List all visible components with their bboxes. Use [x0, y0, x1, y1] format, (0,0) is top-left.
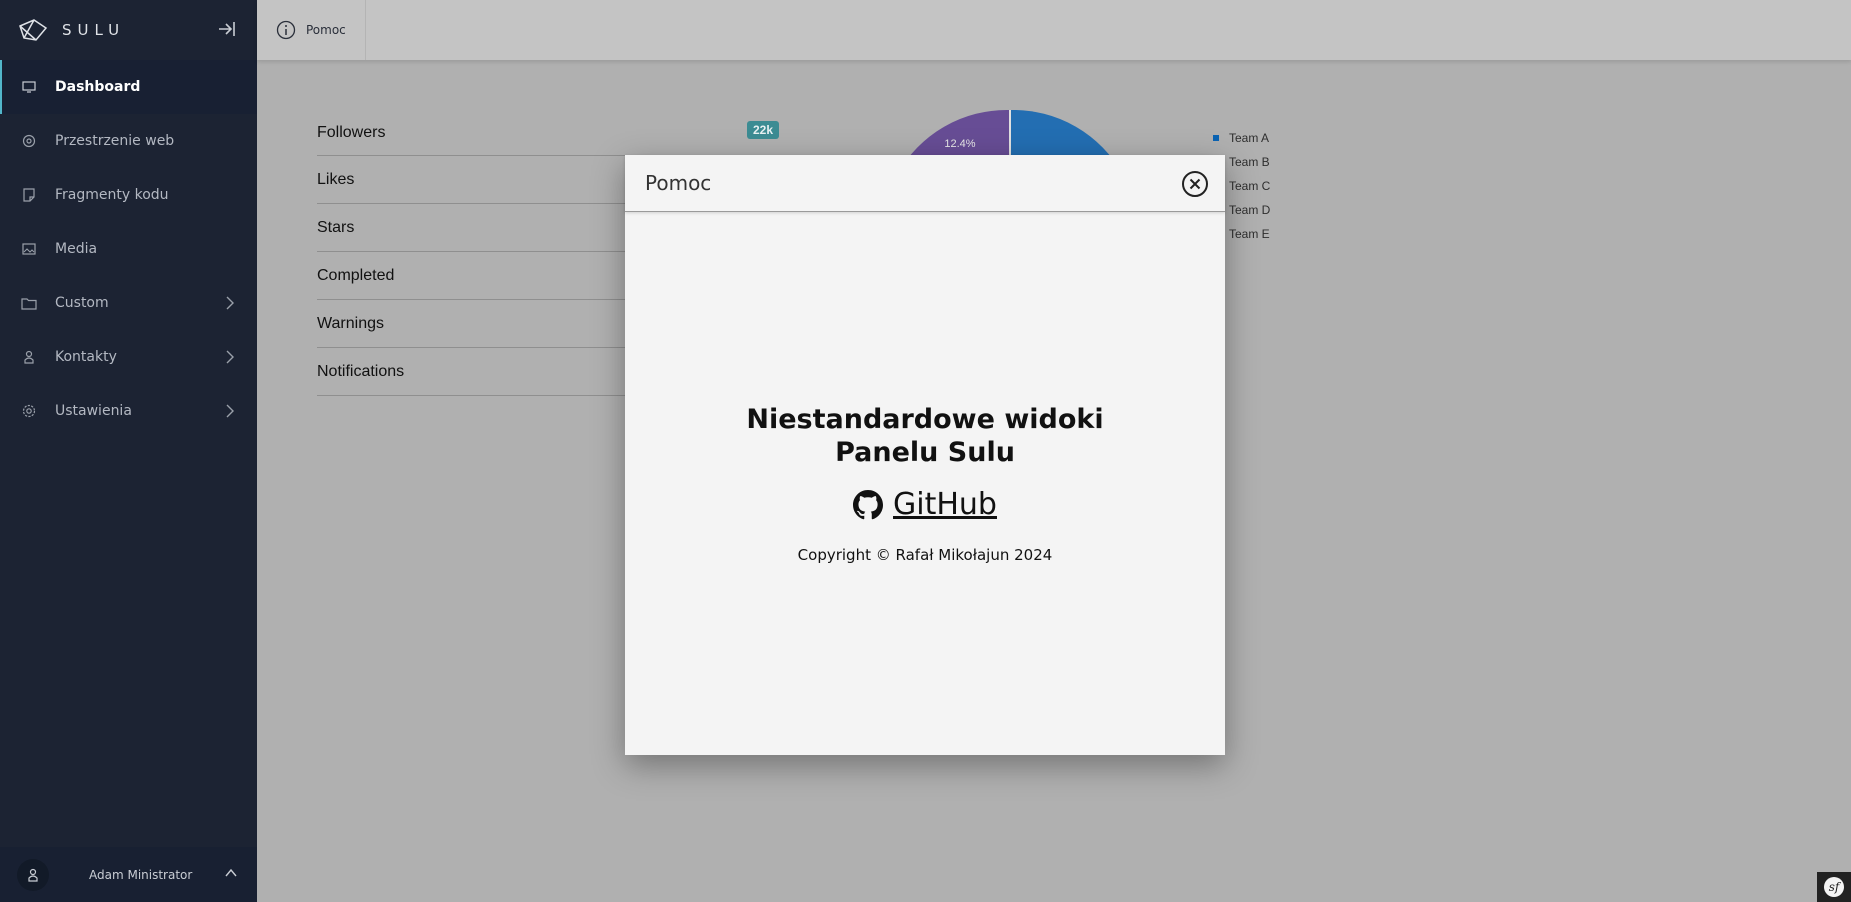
github-icon	[853, 489, 884, 519]
globe-icon	[21, 133, 37, 149]
close-icon[interactable]	[1181, 170, 1209, 198]
modal-title: Pomoc	[645, 171, 712, 195]
note-icon	[21, 187, 37, 203]
user-icon	[28, 868, 38, 882]
sidebar-item-settings[interactable]: Ustawienia	[0, 384, 257, 438]
sidebar-item-label: Przestrzenie web	[55, 133, 175, 149]
user-name: Adam Ministrator	[89, 867, 193, 882]
legend-label: Team C	[1229, 179, 1271, 193]
sidebar-item-snippets[interactable]: Fragmenty kodu	[0, 168, 257, 222]
info-icon	[276, 20, 296, 40]
sidebar-item-label: Custom	[55, 295, 109, 311]
copyright-text: Copyright © Rafał Mikołajun 2024	[797, 546, 1053, 564]
chevron-up-icon[interactable]	[225, 868, 237, 878]
chevron-right-icon	[226, 350, 234, 364]
symfony-icon: sf	[1824, 877, 1844, 897]
sidebar-item-label: Ustawienia	[55, 403, 132, 419]
logo-text: SULU	[62, 21, 126, 39]
folder-icon	[21, 295, 37, 311]
chevron-right-icon	[226, 296, 234, 310]
sidebar-item-dashboard[interactable]: Dashboard	[0, 60, 257, 114]
github-link[interactable]: GitHub	[853, 487, 997, 522]
chevron-right-icon	[226, 404, 234, 418]
stat-label: Completed	[317, 266, 395, 284]
legend-label: Team D	[1229, 203, 1271, 217]
sidebar-item-custom[interactable]: Custom	[0, 276, 257, 330]
stat-label: Warnings	[317, 314, 384, 332]
symfony-toolbar-icon[interactable]: sf	[1817, 872, 1851, 902]
help-label: Pomoc	[306, 23, 346, 37]
github-link-label: GitHub	[893, 487, 997, 522]
sidebar-item-label: Dashboard	[55, 79, 141, 95]
collapse-sidebar-icon[interactable]	[217, 20, 237, 38]
sidebar-header: SULU	[0, 0, 257, 60]
stat-label: Notifications	[317, 362, 405, 380]
help-modal: Pomoc Niestandardowe widoki Panelu Sulu …	[625, 155, 1225, 755]
avatar	[17, 858, 49, 891]
sulu-logo-icon	[19, 19, 48, 41]
user-menu[interactable]: Adam Ministrator	[0, 847, 257, 902]
legend-label: Team B	[1229, 155, 1270, 169]
sidebar-item-media[interactable]: Media	[0, 222, 257, 276]
modal-heading: Niestandardowe widoki Panelu Sulu	[746, 404, 1104, 468]
stat-label: Followers	[317, 123, 386, 141]
top-bar: Pomoc	[257, 0, 1851, 60]
stat-label: Stars	[317, 218, 355, 236]
list-item: Followers 22k	[317, 110, 787, 156]
sidebar-item-webspaces[interactable]: Przestrzenie web	[0, 114, 257, 168]
sidebar-item-label: Media	[55, 241, 98, 257]
monitor-icon	[21, 79, 37, 95]
help-button[interactable]: Pomoc	[257, 0, 366, 60]
modal-header: Pomoc	[625, 155, 1225, 212]
sidebar-item-label: Fragmenty kodu	[55, 187, 169, 203]
pie-data-label: 12.4%	[944, 138, 975, 150]
image-icon	[21, 241, 37, 257]
stat-label: Likes	[317, 170, 355, 188]
legend-label: Team A	[1229, 131, 1270, 145]
sidebar-item-label: Kontakty	[55, 349, 117, 365]
legend-item[interactable]: Team A	[1213, 126, 1270, 150]
legend-swatch	[1213, 135, 1219, 141]
sidebar-item-contacts[interactable]: Kontakty	[0, 330, 257, 384]
gear-icon	[21, 403, 37, 419]
sidebar: SULU Dashboard Przestrzenie web Fragment…	[0, 0, 257, 902]
modal-body: Niestandardowe widoki Panelu Sulu GitHub…	[625, 212, 1225, 755]
legend-label: Team E	[1229, 227, 1270, 241]
stat-badge: 22k	[747, 121, 780, 139]
sidebar-nav: Dashboard Przestrzenie web Fragmenty kod…	[0, 60, 257, 438]
person-icon	[21, 349, 37, 365]
